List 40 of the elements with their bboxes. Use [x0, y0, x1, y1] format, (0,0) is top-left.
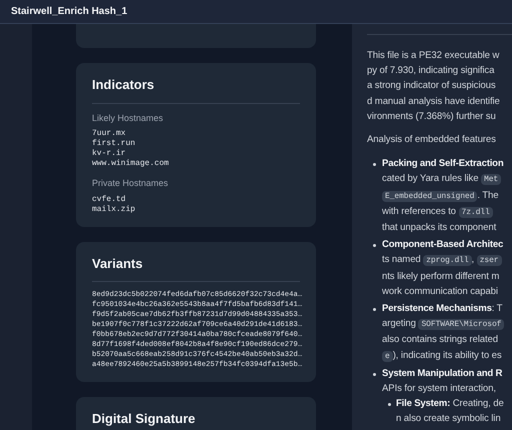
summary-text: Persistence Mechanisms: T: [382, 303, 502, 314]
summary-text: d manual analysis have identifie: [367, 96, 500, 107]
hostname: cvfe.td: [92, 194, 127, 204]
summary-text: cated by Yara rules like Met: [382, 173, 502, 184]
bullet-icon: [388, 403, 391, 406]
summary-text: E_embedded_unsigned . The: [382, 190, 499, 201]
summary-text: that unpacks its component: [382, 222, 496, 234]
summary-text: File System: Creating, de: [396, 398, 504, 410]
group-label: Likely Hostnames: [92, 112, 164, 125]
hostname: mailx.zip: [92, 204, 136, 214]
hostname: 7uur.mx: [92, 129, 127, 139]
summary-text: vironments (7.368%) further su: [367, 110, 496, 122]
summary-text: also contains strings related: [382, 334, 498, 346]
summary-text: e ), indicating its ability to es: [382, 350, 502, 361]
card-title: Indicators: [92, 75, 300, 104]
card-title: Variants: [92, 254, 300, 282]
summary-text: System Manipulation and R: [382, 368, 502, 379]
window-title: Stairwell_Enrich Hash_1: [11, 5, 128, 19]
summary-text: a strong indicator of suspicious: [367, 80, 496, 92]
group-label: Private Hostnames: [92, 177, 170, 190]
bullet-icon: [373, 244, 376, 248]
summary-text: py of 7.930, indicating significa: [367, 65, 494, 76]
summary-text: Analysis of embedded features: [367, 134, 496, 146]
summary-text: This file is a PE32 executable w: [367, 50, 500, 61]
summary-text: ts named zprog.dll , zser: [382, 254, 502, 266]
card-title: Digital Signature: [92, 409, 300, 430]
summary-text: with references to 7z.dll: [382, 206, 493, 217]
hostname: www.winimage.com: [92, 159, 170, 169]
summary-text: APIs for system interaction,: [382, 383, 496, 394]
hostname: first.run: [92, 139, 136, 149]
summary-text: n also create symbolic lin: [396, 413, 501, 424]
summary-text: Component-Based Architec: [382, 239, 504, 250]
summary-text: nts likely perform different m: [382, 270, 500, 282]
bullet-icon: [373, 372, 376, 376]
bullet-icon: [373, 163, 376, 166]
summary-text: argeting SOFTWARE\Microsof: [382, 318, 504, 330]
summary-text: work communication capabi: [382, 286, 498, 297]
hostname: kv-r.ir: [92, 149, 127, 159]
summary-text: Packing and Self-Extraction: [382, 158, 504, 170]
bullet-icon: [373, 308, 376, 312]
